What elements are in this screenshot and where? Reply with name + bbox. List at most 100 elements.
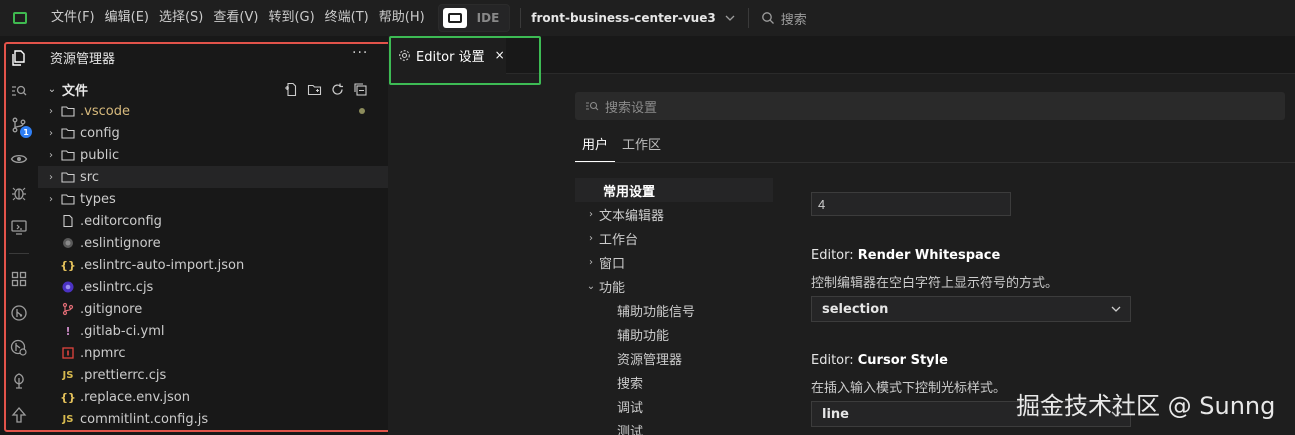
search-icon[interactable]	[0, 76, 38, 106]
menu-bar: 文件(F) 编辑(E) 选择(S) 查看(V) 转到(G) 终端(T) 帮助(H…	[46, 0, 430, 36]
layout-toggle-button[interactable]	[442, 8, 467, 28]
menu-edit[interactable]: 编辑(E)	[100, 0, 154, 36]
source-control-icon[interactable]: 1	[0, 110, 38, 140]
menu-help[interactable]: 帮助(H)	[374, 0, 430, 36]
menu-view[interactable]: 查看(V)	[208, 0, 263, 36]
settings-search-input[interactable]: 搜索设置	[575, 92, 1285, 120]
toc-testing[interactable]: 测试	[575, 418, 773, 435]
tree-item-eslintrc[interactable]: .eslintrc.cjs	[38, 276, 388, 298]
tab-workspace[interactable]: 工作区	[615, 132, 668, 162]
chevron-down-icon[interactable]	[724, 12, 736, 24]
setting-name: Render Whitespace	[857, 248, 1001, 263]
tree-item-label: .vscode	[80, 103, 130, 119]
tree-item-vscode[interactable]: › .vscode	[38, 100, 388, 122]
tree-item-label: .gitlab-ci.yml	[80, 323, 165, 339]
tree-item-eslintignore[interactable]: .eslintignore	[38, 232, 388, 254]
explorer-icon[interactable]	[0, 43, 38, 73]
files-section-header[interactable]: ⌄ 文件	[38, 78, 388, 100]
toc-debug[interactable]: 调试	[575, 394, 773, 418]
setting-description: 控制编辑器在空白字符上显示符号的方式。	[811, 276, 1059, 291]
tree-item-label: .editorconfig	[80, 213, 162, 229]
editor-group: Editor 设置 × 搜索设置 用户 工作区 常用设置 › 文本编辑器 › 工作台…	[388, 36, 1295, 435]
chevron-right-icon: ›	[589, 256, 593, 268]
new-file-icon[interactable]	[284, 82, 299, 97]
tree-item-editorconfig[interactable]: .editorconfig	[38, 210, 388, 232]
eye-icon[interactable]	[0, 144, 38, 174]
tab-label: Editor 设置	[416, 49, 485, 65]
chevron-right-icon: ›	[49, 127, 53, 139]
toc-commonly-used[interactable]: 常用设置	[575, 178, 773, 202]
chevron-down-icon: ⌄	[586, 280, 596, 292]
collapse-all-icon[interactable]	[353, 82, 368, 97]
extensions-icon[interactable]	[0, 264, 38, 294]
folder-icon	[60, 103, 76, 119]
json-icon: {}	[60, 258, 76, 272]
modified-indicator	[359, 108, 365, 114]
more-actions-icon[interactable]: ···	[352, 45, 368, 61]
tab-user[interactable]: 用户	[575, 132, 616, 162]
project-switcher[interactable]: front-business-center-vue3	[531, 11, 715, 25]
tree-item-replace-env[interactable]: {} .replace.env.json	[38, 386, 388, 408]
toc-accessibility-signals[interactable]: 辅助功能信号	[575, 298, 773, 322]
scope-divider	[575, 162, 1295, 163]
tab-size-input[interactable]	[811, 192, 1011, 216]
tree-item-gitlab-ci[interactable]: ! .gitlab-ci.yml	[38, 320, 388, 342]
title-divider	[520, 8, 522, 28]
tree-item-commitlint[interactable]: JS commitlint.config.js	[38, 408, 388, 430]
ide-mode-button[interactable]: IDE	[471, 11, 510, 25]
git-icon[interactable]	[0, 332, 38, 362]
menu-go[interactable]: 转到(G)	[263, 0, 319, 36]
setting-name: Cursor Style	[857, 353, 948, 368]
menu-terminal[interactable]: 终端(T)	[320, 0, 374, 36]
deploy-icon[interactable]	[0, 400, 38, 430]
tree-item-label: public	[80, 147, 120, 163]
tree-item-gitignore[interactable]: .gitignore	[38, 298, 388, 320]
chevron-down-icon: ⌄	[47, 83, 57, 95]
tree-item-src[interactable]: › src	[38, 166, 388, 188]
tree-item-public[interactable]: › public	[38, 144, 388, 166]
activity-bar: 1	[0, 36, 38, 435]
scm-badge: 1	[20, 126, 32, 138]
toc-label: 工作台	[599, 232, 639, 248]
tree-item-eslintrc-auto-import[interactable]: {} .eslintrc-auto-import.json	[38, 254, 388, 276]
tree-item-config[interactable]: › config	[38, 122, 388, 144]
chevron-right-icon: ›	[589, 232, 593, 244]
folder-icon	[60, 191, 76, 207]
tab-editor-settings[interactable]: Editor 设置 ×	[388, 36, 506, 74]
settings-scope-tabs: 用户 工作区	[575, 132, 668, 162]
toc-text-editor[interactable]: › 文本编辑器	[575, 202, 773, 226]
explorer-title: 资源管理器	[50, 52, 116, 67]
tree-item-npmrc[interactable]: .npmrc	[38, 342, 388, 364]
toc-workbench[interactable]: › 工作台	[575, 226, 773, 250]
toc-features[interactable]: ⌄ 功能	[575, 274, 773, 298]
gear-icon	[399, 49, 410, 61]
files-section-title: 文件	[62, 83, 89, 99]
chevron-right-icon: ›	[49, 171, 53, 183]
folder-icon	[60, 125, 76, 141]
menu-file[interactable]: 文件(F)	[46, 0, 100, 36]
new-folder-icon[interactable]	[307, 82, 322, 97]
refresh-icon[interactable]	[330, 82, 345, 97]
toc-accessibility[interactable]: 辅助功能	[575, 322, 773, 346]
settings-search-placeholder: 搜索设置	[605, 100, 658, 116]
tree-item-prettierrc[interactable]: JS .prettierrc.cjs	[38, 364, 388, 386]
settings-toc: 常用设置 › 文本编辑器 › 工作台 › 窗口 ⌄ 功能 辅助功能信号 辅助功能 资源管…	[575, 178, 773, 435]
toc-window[interactable]: › 窗口	[575, 250, 773, 274]
tree-item-types[interactable]: › types	[38, 188, 388, 210]
layout-icon	[447, 13, 462, 23]
tree-item-label: config	[80, 125, 120, 141]
git-graph-icon[interactable]	[0, 298, 38, 328]
remote-icon[interactable]	[0, 212, 38, 242]
render-whitespace-select[interactable]: selection	[811, 296, 1131, 322]
tree-item-label: types	[80, 191, 116, 207]
close-icon[interactable]: ×	[495, 48, 505, 62]
toc-label: 窗口	[599, 256, 626, 272]
menu-selection[interactable]: 选择(S)	[154, 0, 208, 36]
js-icon: JS	[62, 413, 74, 425]
toc-search[interactable]: 搜索	[575, 370, 773, 394]
debug-icon[interactable]	[0, 178, 38, 208]
command-center-search[interactable]: 搜索	[761, 9, 807, 28]
tree-icon[interactable]	[0, 366, 38, 396]
toc-label: 搜索	[617, 376, 644, 392]
toc-explorer[interactable]: 资源管理器	[575, 346, 773, 370]
